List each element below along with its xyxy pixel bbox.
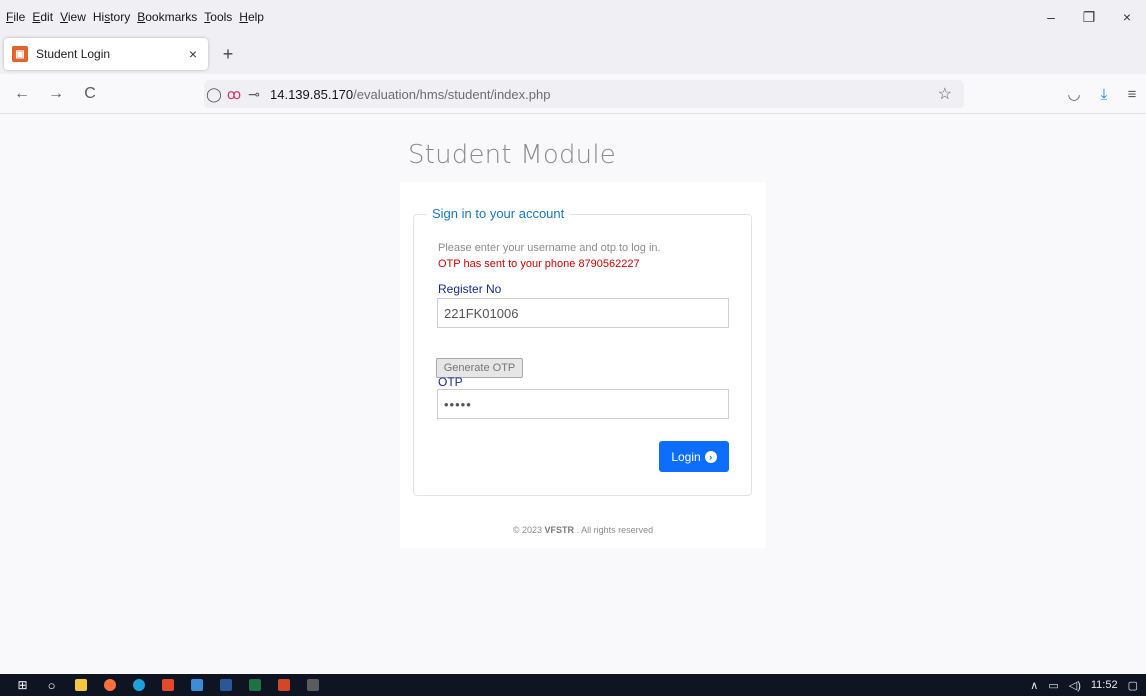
download-icon[interactable]: ⤓: [1092, 82, 1116, 106]
register-no-label: Register No: [438, 282, 502, 296]
reload-button[interactable]: C: [78, 82, 102, 106]
tab-title: Student Login: [36, 47, 111, 61]
tab-student-login[interactable]: ▣ Student Login ×: [4, 38, 208, 70]
minimize-button[interactable]: –: [1032, 0, 1070, 34]
arrow-circle-right-icon: ›: [704, 450, 717, 463]
menu-item-view[interactable]: View: [60, 10, 86, 24]
tab-strip: ▣ Student Login × +: [0, 34, 1146, 74]
menu-item-bookmarks[interactable]: Bookmarks: [137, 10, 197, 24]
signin-legend: Sign in to your account: [426, 206, 571, 221]
firefox-icon[interactable]: [95, 674, 124, 696]
otp-sent-message: OTP has sent to your phone 8790562227: [438, 258, 640, 270]
tab-close-icon[interactable]: ×: [182, 46, 204, 62]
notification-icon[interactable]: ▢: [1128, 679, 1138, 692]
menu-hamburger-icon[interactable]: ≡: [1120, 82, 1144, 106]
menu-bar: File Edit View History Bookmarks Tools Help – …: [0, 0, 1146, 34]
otp-label: OTP: [438, 375, 463, 389]
file-explorer-icon[interactable]: [66, 674, 95, 696]
red-app-icon[interactable]: [153, 674, 182, 696]
close-window-button[interactable]: ×: [1108, 0, 1146, 34]
page-title: Student Module: [408, 140, 616, 170]
login-label: Login: [671, 449, 701, 464]
bookmark-star-icon[interactable]: ☆: [938, 84, 952, 104]
key-icon[interactable]: ⊸: [244, 86, 264, 103]
word-icon[interactable]: [211, 674, 240, 696]
login-fieldset: Sign in to your account Please enter you…: [413, 206, 752, 496]
pocket-icon[interactable]: ◡: [1062, 82, 1086, 106]
forward-button[interactable]: →: [44, 82, 68, 106]
edge-icon[interactable]: [124, 674, 153, 696]
speaker-icon[interactable]: ◁): [1069, 679, 1081, 692]
instruction-text: Please enter your username and otp to lo…: [438, 242, 661, 254]
excel-icon[interactable]: [240, 674, 269, 696]
navigation-bar: ← → C ◯ ꝏ ⊸ 14.139.85.170 /evaluation/hm…: [0, 74, 1146, 114]
clock-time[interactable]: 11:52: [1091, 679, 1118, 691]
menu-items: File Edit View History Bookmarks Tools Help: [0, 10, 264, 24]
menu-item-edit[interactable]: Edit: [32, 10, 53, 24]
chevron-up-icon[interactable]: ∧: [1030, 679, 1038, 692]
powerpoint-icon[interactable]: [269, 674, 298, 696]
register-no-input[interactable]: 221FK01006: [437, 298, 729, 328]
insecure-lock-icon[interactable]: ꝏ: [224, 86, 244, 103]
menu-item-file[interactable]: File: [6, 10, 25, 24]
address-bar[interactable]: ◯ ꝏ ⊸ 14.139.85.170 /evaluation/hms/stud…: [204, 80, 964, 108]
taskbar: ⊞ ○ ∧ ▭ ◁) 11:52 ▢: [0, 674, 1146, 696]
restore-button[interactable]: ❐: [1070, 0, 1108, 34]
menu-item-tools[interactable]: Tools: [204, 10, 232, 24]
menu-item-help[interactable]: Help: [239, 10, 264, 24]
otp-input[interactable]: •••••: [437, 389, 729, 419]
footer-suffix: . All rights reserved: [576, 525, 654, 535]
login-button[interactable]: Login ›: [659, 441, 729, 472]
login-card: Sign in to your account Please enter you…: [400, 182, 766, 548]
site-favicon-icon: ▣: [12, 46, 28, 62]
menu-item-history[interactable]: History: [93, 10, 130, 24]
back-button[interactable]: ←: [10, 82, 34, 106]
window-controls: – ❐ ×: [1032, 0, 1146, 34]
blue-app-icon[interactable]: [182, 674, 211, 696]
windows-start-icon[interactable]: ⊞: [8, 674, 37, 696]
footer-prefix: © 2023: [512, 525, 543, 535]
system-tray: ∧ ▭ ◁) 11:52 ▢: [1030, 674, 1138, 696]
new-tab-button[interactable]: +: [216, 42, 240, 66]
url-path: /evaluation/hms/student/index.php: [353, 86, 551, 102]
search-circle-icon[interactable]: ○: [37, 674, 66, 696]
footer-brand: VFSTR: [544, 525, 575, 535]
calculator-icon[interactable]: [298, 674, 327, 696]
network-icon[interactable]: ▭: [1048, 679, 1058, 692]
url-host: 14.139.85.170: [270, 86, 354, 102]
footer: © 2023 VFSTR . All rights reserved: [400, 525, 766, 535]
shield-icon[interactable]: ◯: [204, 86, 224, 103]
